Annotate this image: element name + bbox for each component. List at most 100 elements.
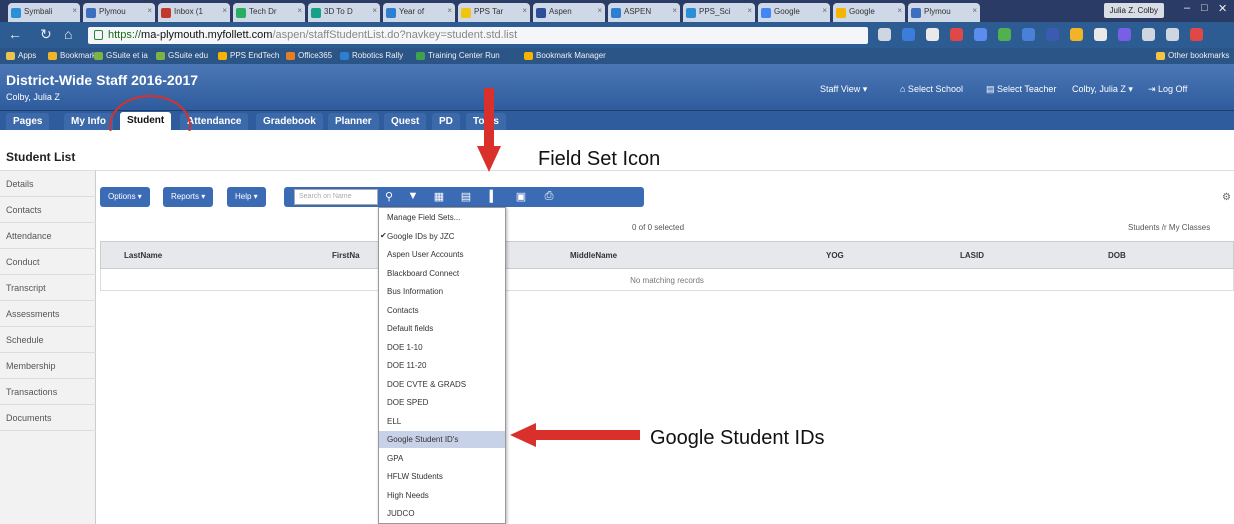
field-set-item[interactable]: Contacts: [379, 302, 505, 319]
side-nav-transactions[interactable]: Transactions: [0, 379, 96, 405]
select-school-link[interactable]: ⌂ Select School: [900, 84, 963, 94]
maximize-icon[interactable]: □: [1201, 2, 1208, 14]
ext-google-icon[interactable]: [1070, 28, 1083, 41]
browser-tab[interactable]: Aspen ×: [533, 3, 605, 22]
field-set-item[interactable]: Blackboard Connect: [379, 265, 505, 282]
star-icon[interactable]: [1142, 28, 1155, 41]
browser-tab[interactable]: Plymou ×: [83, 3, 155, 22]
column-header-lastname[interactable]: LastName: [124, 251, 162, 260]
side-nav-transcript[interactable]: Transcript: [0, 275, 96, 301]
field-set-icon[interactable]: ▦: [430, 190, 448, 204]
ext-grid-icon[interactable]: [1166, 28, 1179, 41]
tab-close-icon[interactable]: ×: [972, 6, 977, 15]
browser-tab[interactable]: PPS_Sci ×: [683, 3, 755, 22]
field-set-item[interactable]: Manage Field Sets...: [379, 209, 505, 226]
window-user-badge[interactable]: Julia Z. Colby: [1103, 3, 1164, 18]
tab-gradebook[interactable]: Gradebook: [256, 113, 323, 130]
user-menu[interactable]: Colby, Julia Z ▾: [1072, 84, 1133, 95]
side-nav-schedule[interactable]: Schedule: [0, 327, 96, 353]
field-set-item[interactable]: DOE SPED: [379, 394, 505, 411]
field-set-item[interactable]: GPA: [379, 450, 505, 467]
tab-close-icon[interactable]: ×: [372, 6, 377, 15]
bookmark-star-icon[interactable]: [878, 28, 891, 41]
field-set-item[interactable]: Google Student ID's: [379, 431, 505, 448]
tab-planner[interactable]: Planner: [328, 113, 379, 130]
tab-close-icon[interactable]: ×: [147, 6, 152, 15]
reports-button[interactable]: Reports ▾: [163, 187, 214, 207]
filter-icon[interactable]: ▼: [404, 190, 422, 204]
search-icon[interactable]: ⚲: [380, 190, 398, 204]
column-header-firstna[interactable]: FirstNa: [332, 251, 360, 260]
tab-close-icon[interactable]: ×: [222, 6, 227, 15]
bookmark-item[interactable]: Robotics Rally: [340, 51, 403, 60]
ext-circle-icon[interactable]: [1094, 28, 1107, 41]
column-header-lasid[interactable]: LASID: [960, 251, 984, 260]
settings-icon[interactable]: ⚙: [1222, 192, 1231, 203]
field-set-item[interactable]: HFLW Students: [379, 468, 505, 485]
bookmark-item[interactable]: Bookmark Manager: [524, 51, 606, 60]
ext-blue-icon[interactable]: [1022, 28, 1035, 41]
other-bookmarks[interactable]: Other bookmarks: [1156, 51, 1229, 60]
browser-tab[interactable]: ASPEN ×: [608, 3, 680, 22]
tab-close-icon[interactable]: ×: [672, 6, 677, 15]
bookmark-item[interactable]: Office365: [286, 51, 332, 60]
field-set-item[interactable]: DOE CVTE & GRADS: [379, 376, 505, 393]
field-set-item[interactable]: DOE 11-20: [379, 357, 505, 374]
tab-pd[interactable]: PD: [432, 113, 460, 130]
browser-tab[interactable]: Tech Dr ×: [233, 3, 305, 22]
browser-tab[interactable]: Plymou ×: [908, 3, 980, 22]
sort-icon[interactable]: ▤: [457, 190, 475, 204]
tab-quest[interactable]: Quest: [384, 113, 427, 130]
field-set-item[interactable]: Default fields: [379, 320, 505, 337]
column-header-dob[interactable]: DOB: [1108, 251, 1126, 260]
side-nav-attendance[interactable]: Attendance: [0, 223, 96, 249]
browser-tab[interactable]: Google ×: [833, 3, 905, 22]
bookmark-item[interactable]: Apps: [6, 51, 36, 60]
ext-fox-icon[interactable]: [950, 28, 963, 41]
side-nav-contacts[interactable]: Contacts: [0, 197, 96, 223]
ext-s-icon[interactable]: [902, 28, 915, 41]
help-button[interactable]: Help ▾: [227, 187, 266, 207]
tab-close-icon[interactable]: ×: [822, 6, 827, 15]
ext-cloud-icon[interactable]: [926, 28, 939, 41]
browser-tab[interactable]: Year of ×: [383, 3, 455, 22]
tab-close-icon[interactable]: ×: [522, 6, 527, 15]
browser-tab[interactable]: Inbox (1 ×: [158, 3, 230, 22]
browser-tab[interactable]: PPS Tar ×: [458, 3, 530, 22]
minimize-icon[interactable]: –: [1184, 2, 1190, 14]
back-icon[interactable]: ←: [8, 26, 22, 42]
staff-view-menu[interactable]: Staff View ▾: [820, 84, 867, 95]
bookmark-item[interactable]: Bookmarks: [48, 51, 100, 60]
side-nav-conduct[interactable]: Conduct: [0, 249, 96, 275]
browser-tab[interactable]: 3D To D ×: [308, 3, 380, 22]
tab-my-info[interactable]: My Info: [64, 113, 113, 130]
tab-close-icon[interactable]: ×: [297, 6, 302, 15]
tab-close-icon[interactable]: ×: [747, 6, 752, 15]
ext-purple-icon[interactable]: [1118, 28, 1131, 41]
ext-arrow-icon[interactable]: [974, 28, 987, 41]
ext-globe-icon[interactable]: [1046, 28, 1059, 41]
field-set-item[interactable]: DOE 1-10: [379, 339, 505, 356]
side-nav-details[interactable]: Details: [0, 171, 96, 197]
bookmark-item[interactable]: GSuite edu: [156, 51, 208, 60]
ext-red-icon[interactable]: [1190, 28, 1203, 41]
tab-close-icon[interactable]: ×: [597, 6, 602, 15]
field-set-item[interactable]: High Needs: [379, 487, 505, 504]
field-set-item[interactable]: JUDCO: [379, 505, 505, 522]
side-nav-documents[interactable]: Documents: [0, 405, 96, 431]
field-set-item[interactable]: ✔ Google IDs by JZC: [379, 228, 505, 245]
column-header-yog[interactable]: YOG: [826, 251, 844, 260]
tab-close-icon[interactable]: ×: [897, 6, 902, 15]
column-header-middlename[interactable]: MiddleName: [570, 251, 617, 260]
field-set-item[interactable]: ELL: [379, 413, 505, 430]
close-icon[interactable]: ✕: [1218, 2, 1227, 15]
ext-green-icon[interactable]: [998, 28, 1011, 41]
students-filter-label[interactable]: Students /r My Classes: [1128, 223, 1210, 232]
options-button[interactable]: Options ▾: [100, 187, 150, 207]
select-teacher-link[interactable]: ▤ Select Teacher: [986, 84, 1056, 95]
tab-close-icon[interactable]: ×: [72, 6, 77, 15]
bookmark-item[interactable]: Training Center Run: [416, 51, 500, 60]
bookmark-item[interactable]: GSuite et ia: [94, 51, 148, 60]
snapshot-icon[interactable]: ▣: [512, 190, 530, 204]
browser-tab[interactable]: Symbali ×: [8, 3, 80, 22]
